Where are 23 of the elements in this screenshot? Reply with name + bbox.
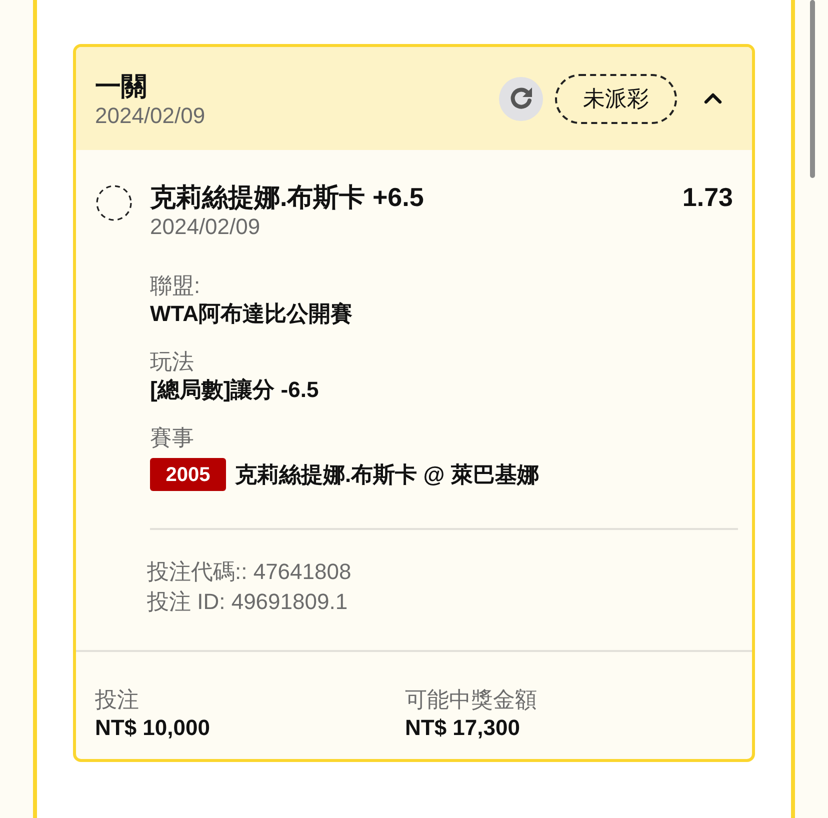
refresh-icon[interactable]: [499, 76, 543, 120]
amount-label: 可能中獎金額: [405, 687, 538, 713]
bet-type-title: 一關: [95, 70, 148, 102]
detail-label: 聯盟:: [150, 273, 202, 299]
selection-name: 克莉絲提娜.布斯卡 +6.5: [150, 181, 424, 213]
detail-label: 賽事: [150, 425, 195, 451]
event-matchup: 克莉絲提娜.布斯卡 @ 萊巴基娜: [235, 460, 539, 488]
detail-label: 玩法: [150, 349, 195, 375]
dashed-circle-icon: [96, 185, 132, 221]
amount-label: 投注: [95, 687, 140, 713]
amount-value: NT$ 10,000: [95, 714, 211, 742]
status-badge: 未派彩: [555, 74, 677, 124]
detail-value: WTA阿布達比公開賽: [150, 300, 354, 328]
event-code-tag: 2005: [150, 458, 226, 491]
scrollbar-thumb[interactable]: [810, 0, 815, 178]
amount-value: NT$ 17,300: [405, 714, 521, 742]
bet-code-text: 投注 ID: 49691809.1: [147, 588, 349, 616]
selection-date: 2024/02/09: [150, 213, 262, 240]
chevron-up-icon[interactable]: [704, 91, 722, 106]
bet-date: 2024/02/09: [95, 102, 206, 128]
odds-value: 1.73: [682, 181, 733, 213]
bet-code-text: 投注代碼:: 47641808: [147, 558, 352, 586]
detail-value: [總局數]讓分 -6.5: [150, 376, 320, 404]
